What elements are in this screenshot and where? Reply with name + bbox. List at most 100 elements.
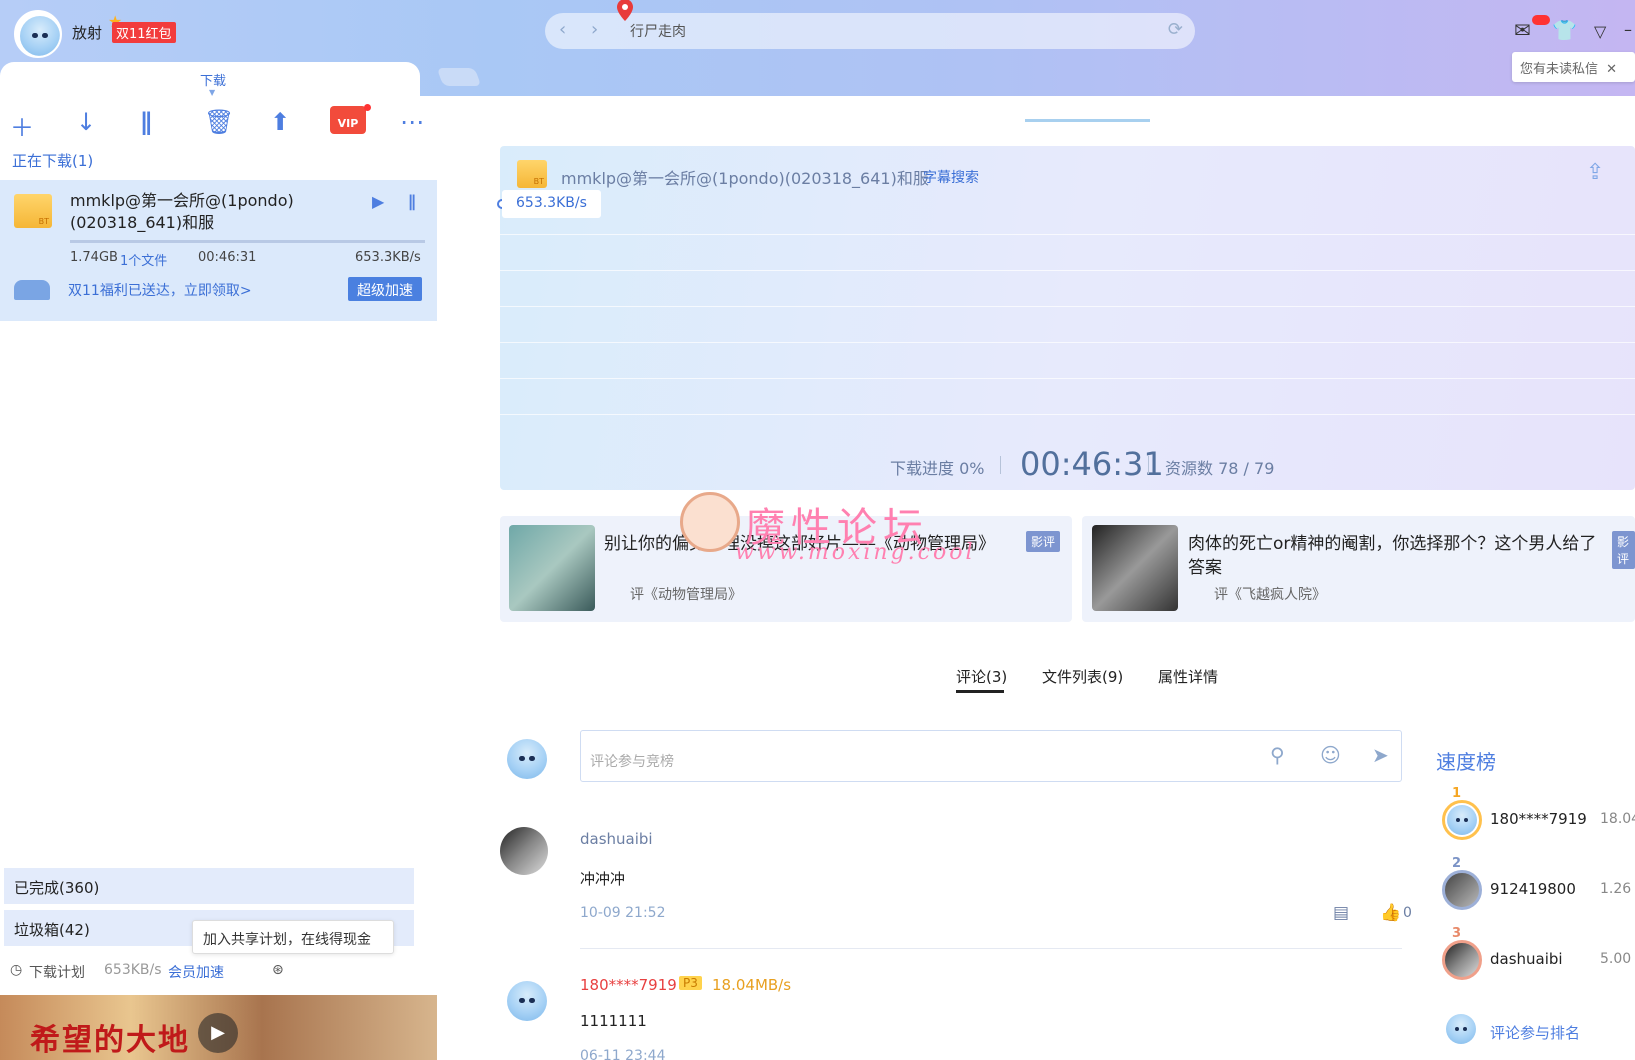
bottom-speed: 653KB/s xyxy=(104,962,162,978)
review-tag: 影评 xyxy=(1612,531,1635,569)
car-icon xyxy=(14,280,50,300)
user-avatar[interactable] xyxy=(14,10,62,58)
comment-speed: 18.04MB/s xyxy=(712,976,792,994)
comment-username[interactable]: dashuaibi xyxy=(580,830,653,848)
reply-icon[interactable]: ▤ xyxy=(1333,903,1349,923)
location-pin-icon xyxy=(617,0,633,21)
bird-avatar-icon xyxy=(20,16,60,56)
rank-avatar[interactable] xyxy=(1442,870,1482,910)
unread-message-tip[interactable]: 您有未读私信 ✕ xyxy=(1512,52,1635,82)
grid-line xyxy=(500,234,1635,235)
member-boost-link[interactable]: 会员加速 xyxy=(168,962,224,982)
time-left: 00:46:31 xyxy=(1020,445,1164,483)
mail-icon[interactable]: ✉ xyxy=(1514,18,1531,42)
download-plan[interactable]: 下载计划 xyxy=(29,962,85,982)
rank-value: 5.00 xyxy=(1600,951,1632,967)
join-ranking-link[interactable]: 评论参与排名 xyxy=(1490,1022,1580,1043)
pause-icon[interactable]: ∥ xyxy=(140,108,152,136)
like-icon[interactable]: 👍 xyxy=(1380,903,1401,923)
emoji-icon[interactable]: ☺ xyxy=(1320,743,1341,767)
downloading-label[interactable]: 正在下载(1) xyxy=(12,150,93,171)
comment-time: 10-09 21:52 xyxy=(580,905,666,921)
rank-value: 1.26 xyxy=(1600,881,1632,897)
skin-shirt-icon[interactable]: 👕 xyxy=(1552,18,1577,42)
address-search-bar[interactable]: ‹ › 行尸走肉 ⟳ xyxy=(545,0,1195,49)
back-arrow-icon[interactable]: ‹ xyxy=(559,19,566,40)
speed-tag: 653.3KB/s xyxy=(502,190,601,218)
share-icon[interactable]: ⇪ xyxy=(1586,160,1604,185)
tab-file-list[interactable]: 文件列表(9) xyxy=(1042,666,1123,687)
vip-icon[interactable]: VIP xyxy=(330,106,366,134)
file-count[interactable]: 1个文件 xyxy=(120,250,167,269)
menu-dropdown-icon[interactable]: ▽ xyxy=(1594,22,1606,41)
ad-banner[interactable]: 希望的大地 ▶ xyxy=(0,995,437,1060)
play-icon[interactable]: ▶ xyxy=(198,1013,238,1053)
close-icon[interactable]: ✕ xyxy=(1606,62,1617,77)
download-name: mmklp@第一会所@(1pondo)(020318_641)和服 xyxy=(70,191,294,232)
comment-username[interactable]: 180****7919 xyxy=(580,976,677,994)
bird-avatar-icon xyxy=(1447,805,1477,835)
like-count: 0 xyxy=(1403,905,1412,921)
review-tag: 影评 xyxy=(1026,531,1061,552)
bt-folder-icon xyxy=(14,194,52,228)
add-icon[interactable]: ＋ xyxy=(10,108,34,143)
send-icon[interactable]: ➤ xyxy=(1372,743,1389,767)
attach-icon[interactable]: ⚲ xyxy=(1270,743,1285,767)
tab-properties[interactable]: 属性详情 xyxy=(1158,666,1218,687)
review-thumbnail xyxy=(1092,525,1178,611)
rank-avatar[interactable] xyxy=(1442,940,1482,980)
more-icon[interactable]: ⋯ xyxy=(400,108,424,136)
review-title: 肉体的死亡or精神的阉割，你选择那个？这个男人给了答案 xyxy=(1188,534,1597,578)
comment-divider xyxy=(580,948,1402,949)
tab-comments[interactable]: 评论(3) xyxy=(956,666,1007,687)
rank-name[interactable]: 180****7919 xyxy=(1490,810,1587,828)
username[interactable]: 放射 xyxy=(72,22,102,43)
comment-placeholder: 评论参与竞榜 xyxy=(590,754,674,770)
rank-name[interactable]: dashuaibi xyxy=(1490,950,1563,968)
search-text[interactable]: 行尸走肉 xyxy=(630,21,686,41)
clock-icon: ◷ xyxy=(10,962,23,978)
refresh-icon[interactable]: ⟳ xyxy=(1168,19,1183,40)
file-size: 1.74GB xyxy=(70,250,118,265)
crown-icon: 1 xyxy=(1452,786,1462,801)
minimize-icon[interactable]: – xyxy=(1624,20,1632,39)
pause-item-icon[interactable]: ∥ xyxy=(408,192,416,211)
grid-line xyxy=(500,378,1635,379)
subtitle-search-link[interactable]: 字幕搜索 xyxy=(923,167,979,187)
rank-avatar[interactable] xyxy=(1442,800,1482,840)
speed-ranking-title: 速度榜 xyxy=(1436,750,1496,774)
tab-underline xyxy=(956,690,1004,693)
remaining-time: 00:46:31 xyxy=(198,250,257,265)
share-plan-tip[interactable]: 加入共享计划，在线得现金 xyxy=(192,920,394,954)
grid-line xyxy=(500,414,1635,415)
delete-icon[interactable]: 🗑 xyxy=(204,108,234,136)
rank-name[interactable]: 912419800 xyxy=(1490,880,1576,898)
crown-icon: 2 xyxy=(1452,856,1462,871)
commenter-avatar[interactable] xyxy=(500,827,548,875)
comment-time: 06-11 23:44 xyxy=(580,1048,666,1060)
upload-icon[interactable]: ⬆ xyxy=(270,108,290,136)
share-cash-icon[interactable]: ⊛ xyxy=(272,962,284,978)
promo-link[interactable]: 双11福利已送达，立即领取> xyxy=(68,280,252,300)
bird-avatar-icon xyxy=(1446,1014,1476,1044)
my-avatar xyxy=(503,735,551,783)
download-tab-label[interactable]: 下载 xyxy=(200,70,226,89)
completed-folder[interactable]: 已完成(360) xyxy=(4,868,414,904)
secondary-tab[interactable] xyxy=(436,68,482,86)
download-icon[interactable]: ↓ xyxy=(76,108,96,136)
separator xyxy=(1148,456,1149,474)
bird-avatar-icon xyxy=(507,739,547,779)
red-packet-badge[interactable]: 双11红包 xyxy=(112,22,176,43)
resource-count: 资源数 78 / 79 xyxy=(1165,459,1275,478)
vip-dot xyxy=(364,104,371,111)
download-progress: 下载进度 0% xyxy=(890,459,985,478)
play-stream-icon[interactable]: ▶ xyxy=(372,192,384,211)
commenter-avatar[interactable] xyxy=(503,977,551,1025)
forward-arrow-icon[interactable]: › xyxy=(591,19,598,40)
comment-text: 冲冲冲 xyxy=(580,870,626,888)
download-speed: 653.3KB/s xyxy=(355,250,421,265)
rank-value: 18.04 xyxy=(1600,811,1635,827)
review-subtitle: 评《飞越疯人院》 xyxy=(1214,587,1326,603)
super-boost-button[interactable]: 超级加速 xyxy=(348,277,422,301)
separator xyxy=(1000,456,1001,474)
